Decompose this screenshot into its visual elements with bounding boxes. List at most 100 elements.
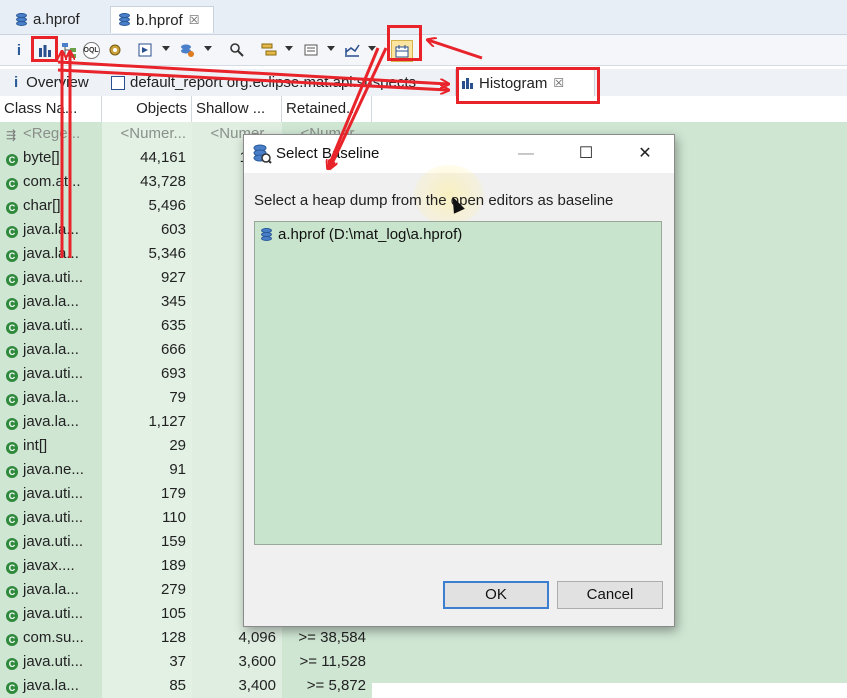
shallow-cell: 4,096 <box>192 626 282 650</box>
class-name-cell[interactable]: Cjava.uti... <box>0 530 102 554</box>
class-name: java.la... <box>23 677 79 694</box>
filter-class-name[interactable]: ⇶ <Rege... <box>0 122 102 146</box>
objects-cell: 179 <box>102 482 192 506</box>
tab-default-report[interactable]: default_report org.eclipse.mat.api:suspe… <box>111 69 455 96</box>
oql-icon[interactable]: OQL <box>82 40 100 60</box>
database-icon <box>16 12 27 27</box>
calculate-icon[interactable] <box>302 40 320 60</box>
close-button[interactable]: ✕ <box>625 141 665 167</box>
column-header-shallow[interactable]: Shallow ... <box>192 96 282 122</box>
column-header-objects[interactable]: Objects <box>102 96 192 122</box>
gear-icon[interactable] <box>106 40 124 60</box>
class-name: java.uti... <box>23 365 84 382</box>
class-name-cell[interactable]: Cjavax.... <box>0 554 102 578</box>
table-row[interactable]: Cjava.la... 85 3,400 >= 5,872 <box>0 674 372 698</box>
class-name-cell[interactable]: Cint[] <box>0 434 102 458</box>
annotation-box-baseline <box>387 25 422 61</box>
class-icon: C <box>6 346 18 358</box>
objects-cell: 5,496 <box>102 194 192 218</box>
class-name-cell[interactable]: Cjava.uti... <box>0 506 102 530</box>
close-icon[interactable]: ☒ <box>189 13 200 27</box>
class-name: java.uti... <box>23 269 84 286</box>
chevron-down-icon[interactable] <box>162 46 170 51</box>
class-icon: C <box>6 394 18 406</box>
column-header-class-name[interactable]: Class Na... <box>0 96 102 122</box>
editor-tab-b-hprof[interactable]: b.hprof ☒ <box>110 6 214 33</box>
table-header: Class Na... Objects Shallow ... Retained… <box>0 96 372 123</box>
heap-query-icon[interactable] <box>178 40 196 60</box>
objects-cell: 666 <box>102 338 192 362</box>
cancel-button[interactable]: Cancel <box>557 581 663 609</box>
class-icon: C <box>6 370 18 382</box>
column-header-retained[interactable]: Retained... <box>282 96 372 122</box>
filter-objects[interactable]: <Numer... <box>102 122 192 146</box>
list-item[interactable]: a.hprof (D:\mat_log\a.hprof) <box>261 226 462 243</box>
chevron-down-icon[interactable] <box>368 46 376 51</box>
class-name-cell[interactable]: Cjava.ne... <box>0 458 102 482</box>
ok-button[interactable]: OK <box>443 581 549 609</box>
chevron-down-icon[interactable] <box>285 46 293 51</box>
database-search-icon <box>252 144 272 167</box>
export-icon[interactable] <box>342 40 362 60</box>
class-icon: C <box>6 658 18 670</box>
class-icon: C <box>6 154 18 166</box>
minimize-button[interactable]: — <box>506 141 546 167</box>
objects-cell: 44,161 <box>102 146 192 170</box>
class-name-cell[interactable]: Cjava.uti... <box>0 314 102 338</box>
class-name: java.la... <box>23 581 79 598</box>
class-name-cell[interactable]: Cjava.uti... <box>0 266 102 290</box>
editor-tab-a-hprof[interactable]: a.hprof <box>8 6 88 33</box>
objects-cell: 5,346 <box>102 242 192 266</box>
dialog-title: Select Baseline <box>276 145 380 162</box>
objects-cell: 159 <box>102 530 192 554</box>
class-name-cell[interactable]: Cjava.uti... <box>0 602 102 626</box>
class-name-cell[interactable]: Cjava.la... <box>0 242 102 266</box>
maximize-button[interactable]: ☐ <box>566 141 606 167</box>
header-empty-area <box>372 96 847 122</box>
search-icon[interactable] <box>228 40 246 60</box>
heap-dump-list[interactable]: a.hprof (D:\mat_log\a.hprof) <box>254 221 662 545</box>
info-icon: i <box>14 74 19 91</box>
tab-label: Overview <box>26 74 89 91</box>
info-icon[interactable]: i <box>14 40 24 60</box>
class-name-cell[interactable]: Cjava.la... <box>0 578 102 602</box>
class-name-cell[interactable]: Cbyte[] <box>0 146 102 170</box>
class-name-cell[interactable]: Cjava.la... <box>0 290 102 314</box>
class-name-cell[interactable]: Cjava.la... <box>0 218 102 242</box>
class-name: byte[] <box>23 149 60 166</box>
class-name: com.su... <box>23 629 84 646</box>
chevron-down-icon[interactable] <box>327 46 335 51</box>
class-icon: C <box>6 634 18 646</box>
run-report-icon[interactable] <box>136 40 154 60</box>
chevron-down-icon[interactable] <box>204 46 212 51</box>
class-name: java.la... <box>23 245 79 262</box>
retained-cell: >= 5,872 <box>282 674 372 698</box>
class-name: java.la... <box>23 389 79 406</box>
table-row[interactable]: Ccom.su... 128 4,096 >= 38,584 <box>0 626 372 650</box>
class-name-cell[interactable]: Ccom.at... <box>0 170 102 194</box>
objects-cell: 37 <box>102 650 192 674</box>
toolbar: i OQL <box>0 35 847 66</box>
class-name-cell[interactable]: Cjava.uti... <box>0 362 102 386</box>
class-icon: C <box>6 490 18 502</box>
table-row[interactable]: Cjava.uti... 37 3,600 >= 11,528 <box>0 650 372 674</box>
class-name-cell[interactable]: Cjava.uti... <box>0 482 102 506</box>
class-name: java.uti... <box>23 653 84 670</box>
dominator-tree-icon[interactable] <box>60 40 78 60</box>
class-name-cell[interactable]: Ccom.su... <box>0 626 102 650</box>
class-icon: C <box>6 514 18 526</box>
class-name-cell[interactable]: Cchar[] <box>0 194 102 218</box>
database-icon <box>261 227 272 242</box>
filter-text: <Rege... <box>23 125 81 142</box>
class-name-cell[interactable]: Cjava.la... <box>0 386 102 410</box>
group-by-icon[interactable] <box>260 40 278 60</box>
class-name: java.la... <box>23 341 79 358</box>
objects-cell: 105 <box>102 602 192 626</box>
select-baseline-dialog: Select Baseline — ☐ ✕ Select a heap dump… <box>243 134 675 627</box>
class-name-cell[interactable]: Cjava.la... <box>0 674 102 698</box>
objects-cell: 110 <box>102 506 192 530</box>
class-name-cell[interactable]: Cjava.la... <box>0 338 102 362</box>
class-name-cell[interactable]: Cjava.la... <box>0 410 102 434</box>
class-name-cell[interactable]: Cjava.uti... <box>0 650 102 674</box>
class-name: int[] <box>23 437 48 454</box>
